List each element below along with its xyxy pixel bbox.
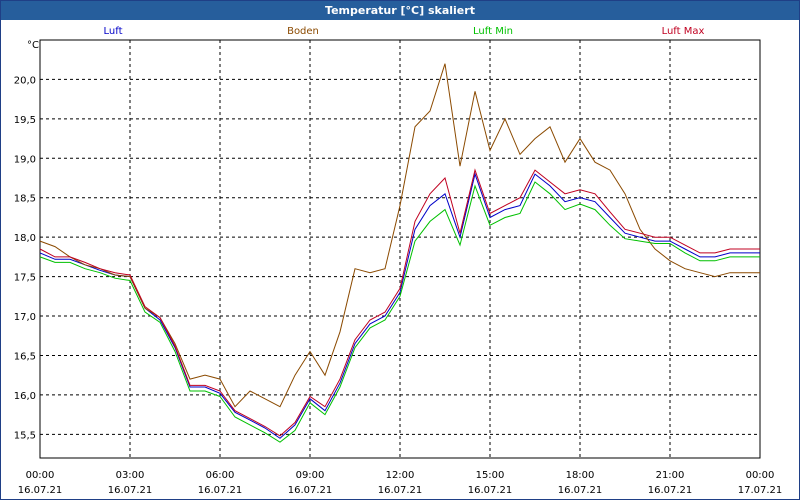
x-tick-time: 09:00 [296,470,325,481]
legend-entry: Boden [287,26,319,37]
x-tick-time: 06:00 [206,470,235,481]
x-tick-date: 16.07.21 [468,485,513,496]
y-tick-label: 18,5 [14,194,36,205]
y-tick-label: 16,5 [14,351,36,362]
x-axis-ticks: 00:00 16.07.21 03:00 16.07.21 06:00 16.07.21 0… [18,470,783,496]
y-tick-label: 18,0 [14,233,36,244]
x-tick-time: 12:00 [386,470,415,481]
y-axis-ticks: 15,5 16,0 16,5 17,0 17,5 18,0 18,5 19,0 19,5 20,0 [14,75,36,441]
y-axis-unit-label: °C [27,40,39,51]
x-tick-time: 03:00 [116,470,145,481]
x-tick-date: 16.07.21 [198,485,243,496]
y-tick-label: 17,5 [14,273,36,284]
x-tick-date: 16.07.21 [648,485,693,496]
legend-entry: Luft Max [662,26,705,37]
y-tick-label: 15,5 [14,430,36,441]
x-tick-time: 18:00 [566,470,595,481]
grid-lines [39,39,761,459]
legend-entry: Luft [104,26,123,37]
y-tick-label: 17,0 [14,312,36,323]
x-tick-time: 21:00 [656,470,685,481]
y-tick-label: 19,5 [14,115,36,126]
x-tick-date: 16.07.21 [288,485,333,496]
x-tick-date: 17.07.21 [738,485,783,496]
legend: Luft Boden Luft Min Luft Max [104,26,705,37]
x-tick-time: 15:00 [476,470,505,481]
y-tick-label: 20,0 [14,75,36,86]
y-tick-label: 19,0 [14,154,36,165]
x-tick-date: 16.07.21 [558,485,603,496]
x-tick-date: 16.07.21 [108,485,153,496]
legend-entry: Luft Min [473,26,513,37]
y-tick-label: 16,0 [14,391,36,402]
x-tick-date: 16.07.21 [378,485,423,496]
x-tick-time: 00:00 [26,470,55,481]
x-tick-time: 00:00 [746,470,775,481]
x-tick-date: 16.07.21 [18,485,63,496]
temperature-chart: Luft Boden Luft Min Luft Max 15,5 16,0 16,5 17… [14,26,783,496]
